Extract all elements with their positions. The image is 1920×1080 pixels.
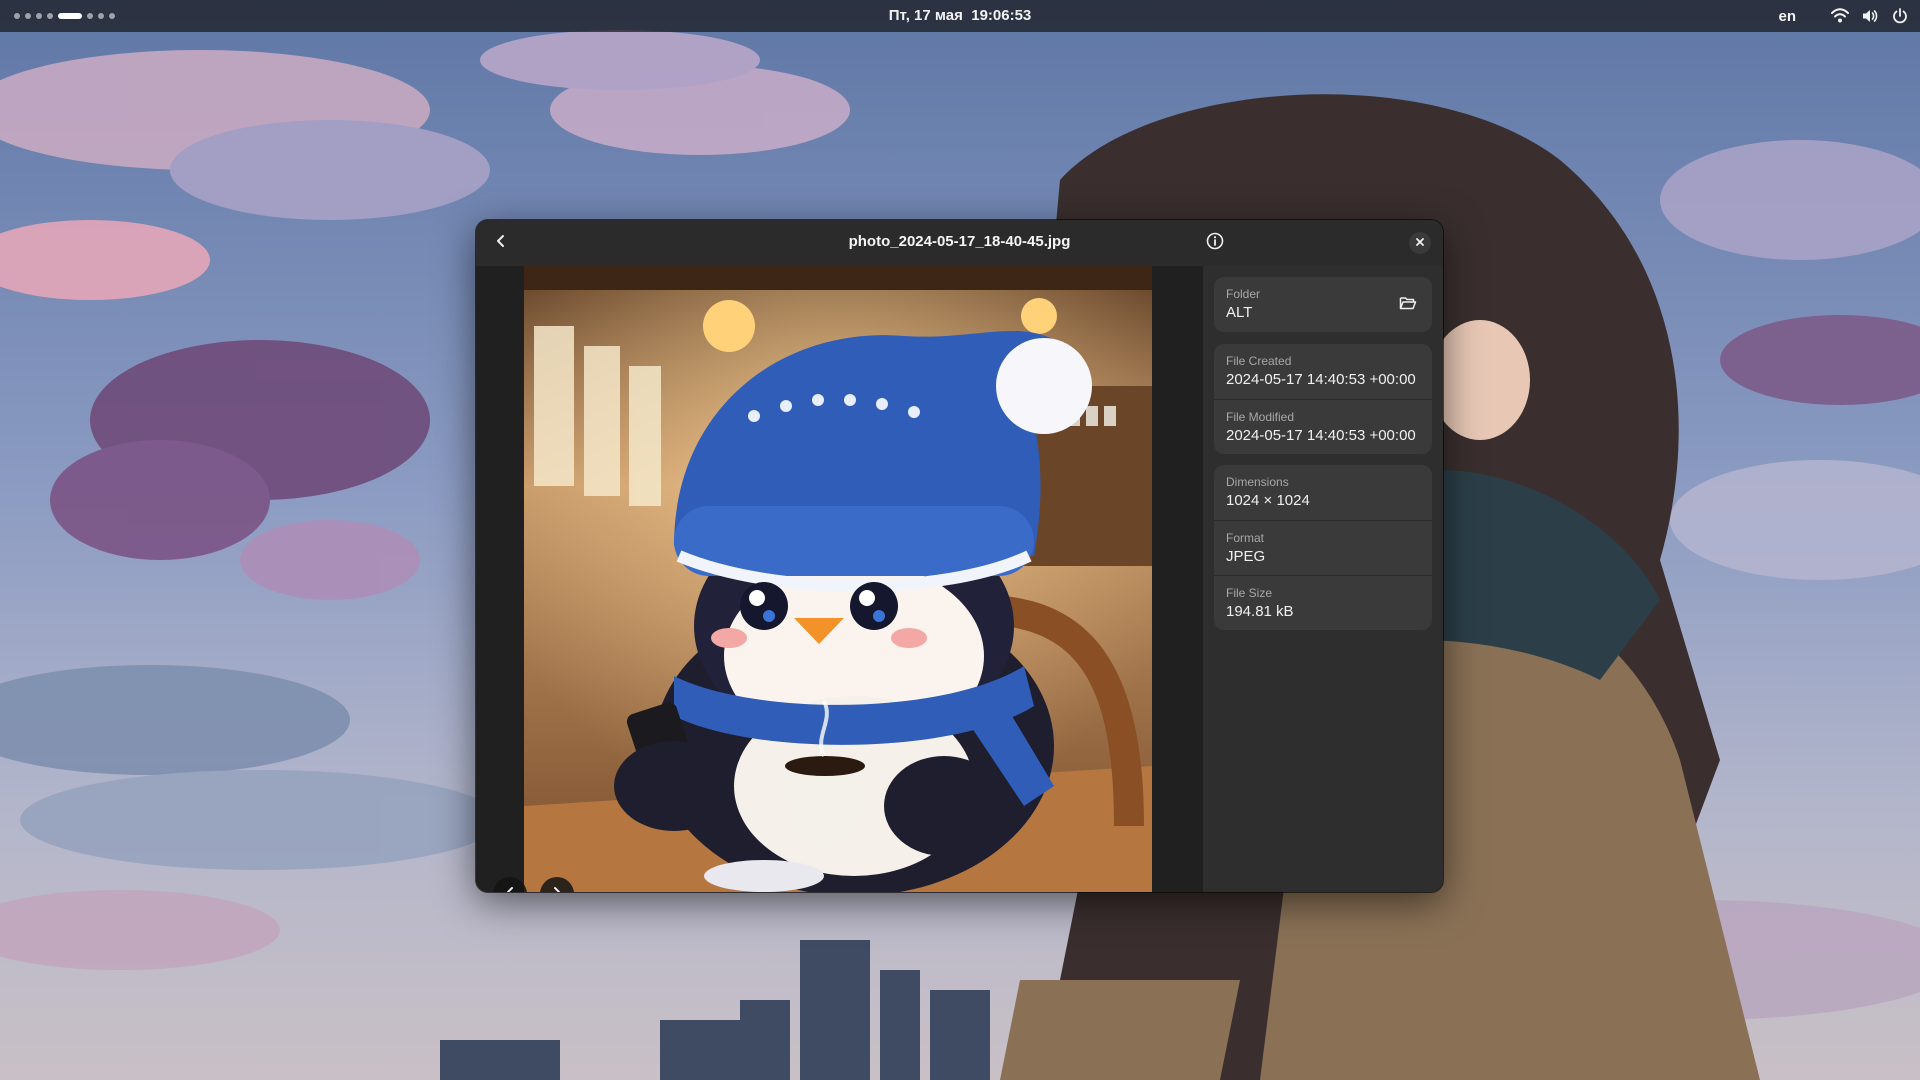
folder-card: Folder ALT [1214,277,1432,332]
clock-date: Пт, 17 мая [888,7,963,24]
file-modified-label: File Modified [1226,410,1295,424]
folder-value: ALT [1226,304,1253,321]
clock[interactable]: Пт, 17 мая 19:06:53 [0,0,1920,32]
dimensions-value: 1024 × 1024 [1226,492,1310,509]
file-dates-card: File Created 2024-05-17 14:40:53 +00:00 … [1214,344,1432,454]
back-button[interactable] [488,230,514,256]
window-title: photo_2024-05-17_18-40-45.jpg [848,233,1071,250]
system-tray[interactable]: en [1778,0,1910,32]
image-info-card: Dimensions 1024 × 1024 Format JPEG File … [1214,465,1432,630]
file-size-label: File Size [1226,586,1273,600]
image-view[interactable] [476,266,1203,892]
file-modified-row: File Modified 2024-05-17 14:40:53 +00:00 [1214,399,1432,454]
file-modified-value: 2024-05-17 14:40:53 +00:00 [1226,427,1416,444]
file-created-label: File Created [1226,354,1292,368]
dimensions-row: Dimensions 1024 × 1024 [1214,465,1432,520]
file-created-row: File Created 2024-05-17 14:40:53 +00:00 [1214,344,1432,399]
displayed-image [524,266,1152,892]
top-bar: Пт, 17 мая 19:06:53 en [0,0,1920,32]
previous-image-button[interactable] [493,877,527,892]
file-created-value: 2024-05-17 14:40:53 +00:00 [1226,371,1416,388]
close-icon [1415,234,1425,252]
properties-sidebar: Folder ALT File Created 2024-05-17 14:40… [1203,266,1443,892]
chevron-left-icon [504,885,516,892]
file-size-value: 194.81 kB [1226,603,1294,620]
back-arrow-icon [494,234,508,253]
format-row: Format JPEG [1214,520,1432,575]
format-label: Format [1226,531,1265,545]
chevron-right-icon [551,885,563,892]
folder-row: Folder ALT [1214,277,1432,332]
folder-open-icon [1399,295,1417,316]
file-size-row: File Size 194.81 kB [1214,575,1432,630]
close-button[interactable] [1409,232,1431,254]
dimensions-label: Dimensions [1226,475,1289,489]
format-value: JPEG [1226,548,1266,565]
power-icon[interactable] [1890,6,1910,26]
keyboard-language[interactable]: en [1778,8,1796,25]
info-button[interactable] [1201,230,1229,256]
clock-time: 19:06:53 [971,7,1032,24]
volume-icon[interactable] [1860,6,1880,26]
folder-label: Folder [1226,287,1261,301]
header-bar: photo_2024-05-17_18-40-45.jpg [476,220,1443,266]
wifi-icon[interactable] [1830,6,1850,26]
open-folder-button[interactable] [1394,291,1422,319]
info-icon [1206,232,1224,255]
image-viewer-window: photo_2024-05-17_18-40-45.jpg Folder ALT… [476,220,1443,892]
